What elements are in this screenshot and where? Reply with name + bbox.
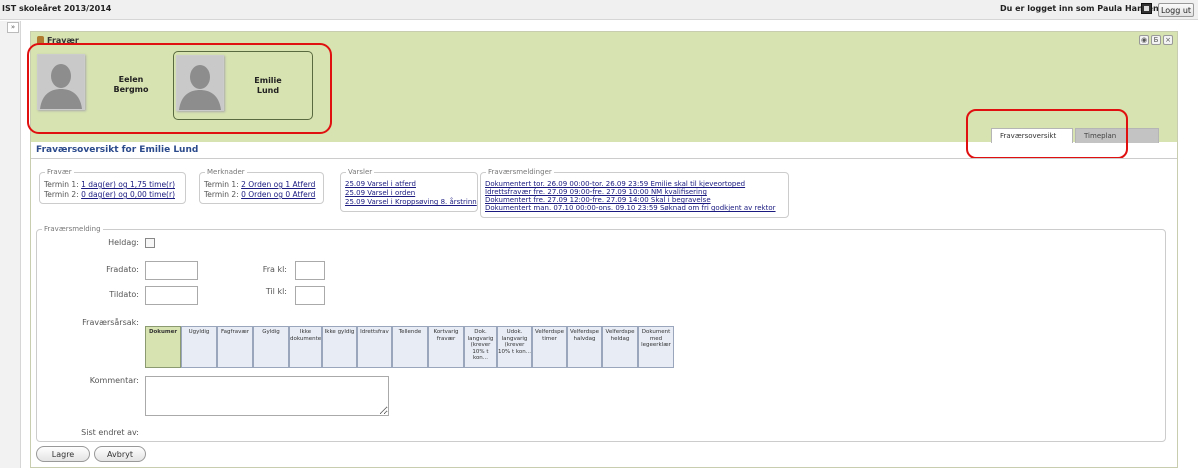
remarks-term-2: Termin 2: 0 Orden og 0 Atferd [204, 190, 315, 199]
reason-idrettsfravaer[interactable]: Idrettsfrav [357, 326, 392, 368]
absence-summary: Fravær Termin 1: 1 dag(er) og 1,75 time(… [39, 168, 186, 204]
warning-link[interactable]: 25.09 Varsel i orden [345, 189, 415, 197]
absence-panel: Fravær ◉ Б × Eelen Bergmo Emilie Lund Fr… [27, 31, 1178, 468]
term-label: Termin 2: [44, 190, 79, 199]
remarks-summary: Merknader Termin 1: 2 Orden og 1 Atferd … [199, 168, 324, 204]
absence-messages-summary: Fraværsmeldinger Dokumentert tor. 26.09 … [480, 168, 789, 218]
refresh-icon[interactable]: ◉ [1139, 35, 1149, 45]
reason-udok-langvarig[interactable]: Udok. langvarig (krever 10% t kon... [497, 326, 532, 368]
app-title: IST skoleåret 2013/2014 [2, 4, 112, 13]
reason-kortvarig-fravaer[interactable]: Kortvarig fravær [428, 326, 464, 368]
reason-ikke-gyldig[interactable]: Ikke gyldig [322, 326, 357, 368]
arsak-label: Fraværsårsak: [82, 318, 139, 327]
reason-tellende[interactable]: Tellende [392, 326, 428, 368]
highlight-box-tabs [966, 109, 1128, 159]
warnings-summary: Varsler 25.09 Varsel i atferd 25.09 Vars… [340, 168, 478, 212]
absence-report-legend: Fraværsmelding [42, 225, 103, 233]
reason-velferdspermisjon-heldag[interactable]: Velferdspe heldag [602, 326, 638, 368]
term-label: Termin 1: [44, 180, 79, 189]
warning-link[interactable]: 25.09 Varsel i Kroppsøving 8. årstrinn [345, 198, 477, 206]
close-icon[interactable]: × [1163, 35, 1173, 45]
save-button[interactable]: Lagre [36, 446, 90, 462]
absence-messages-legend: Fraværsmeldinger [486, 168, 554, 176]
window-icon[interactable] [1141, 3, 1152, 14]
comment-textarea[interactable] [145, 376, 389, 416]
absence-message-link[interactable]: Dokumentert tor. 26.09 00:00-tor. 26.09 … [485, 180, 745, 188]
absence-report-form: Fraværsmelding Heldag: Fradato: Fra kl: … [36, 225, 1166, 442]
tildato-label: Tildato: [109, 290, 139, 299]
fradato-label: Fradato: [106, 265, 139, 274]
reason-velferdspermisjon-halvdag[interactable]: Velferdspe halvdag [567, 326, 602, 368]
reason-velferdspermisjon-timer[interactable]: Velferdspe timer [532, 326, 567, 368]
absence-summary-legend: Fravær [45, 168, 74, 176]
side-strip [0, 21, 21, 468]
fradato-input[interactable] [145, 261, 198, 280]
overview-title: Fraværsoversikt for Emilie Lund [36, 145, 199, 155]
heldag-checkbox[interactable] [145, 238, 155, 248]
top-bar: IST skoleåret 2013/2014 Du er logget inn… [0, 0, 1198, 20]
last-changed-label: Sist endret av: [81, 428, 139, 437]
divider [31, 158, 1177, 159]
absence-message-link[interactable]: Idrettsfravær fre. 27.09 09:00-fre. 27.0… [485, 188, 707, 196]
remarks-term-2-link[interactable]: 0 Orden og 0 Atferd [241, 190, 315, 199]
reason-ugyldig[interactable]: Ugyldig [181, 326, 217, 368]
warnings-legend: Varsler [346, 168, 375, 176]
absence-term-1-link[interactable]: 1 dag(er) og 1,75 time(r) [81, 180, 175, 189]
reason-ikke-dokumentert[interactable]: Ikke dokumente [289, 326, 322, 368]
reason-dokumentert-med-legeerklaering[interactable]: Dokument med legeerklær [638, 326, 674, 368]
reason-dokumentert[interactable]: Dokumer [145, 326, 181, 368]
remarks-term-1-link[interactable]: 2 Orden og 1 Atferd [241, 180, 315, 189]
absence-term-1: Termin 1: 1 dag(er) og 1,75 time(r) [44, 180, 175, 189]
logged-in-user-text: Du er logget inn som Paula Hansen [1000, 4, 1159, 13]
cancel-button[interactable]: Avbryt [94, 446, 146, 462]
remarks-term-1: Termin 1: 2 Orden og 1 Atferd [204, 180, 315, 189]
absence-message-link[interactable]: Dokumentert man. 07.10 00:00-ons. 09.10 … [485, 204, 776, 212]
warning-link[interactable]: 25.09 Varsel i atferd [345, 180, 416, 188]
tildato-input[interactable] [145, 286, 198, 305]
term-label: Termin 1: [204, 180, 239, 189]
reason-fagfravaer[interactable]: Fagfravær [217, 326, 253, 368]
fra-kl-label: Fra kl: [262, 265, 287, 274]
remarks-legend: Merknader [205, 168, 247, 176]
kommentar-label: Kommentar: [89, 376, 139, 385]
highlight-box-students [27, 43, 332, 134]
term-label: Termin 2: [204, 190, 239, 199]
til-kl-label: Til kl: [265, 287, 287, 296]
til-kl-input[interactable] [295, 286, 325, 305]
reason-dok-langvarig[interactable]: Dok. langvarig (krever 10% t kon... [464, 326, 497, 368]
expand-sidebar-icon[interactable]: » [7, 22, 19, 33]
absence-term-2: Termin 2: 0 dag(er) og 0,00 time(r) [44, 190, 175, 199]
maximize-icon[interactable]: Б [1151, 35, 1161, 45]
fra-kl-input[interactable] [295, 261, 325, 280]
absence-term-2-link[interactable]: 0 dag(er) og 0,00 time(r) [81, 190, 175, 199]
reason-gyldig[interactable]: Gyldig [253, 326, 289, 368]
heldag-label: Heldag: [108, 238, 139, 247]
absence-message-link[interactable]: Dokumentert fre. 27.09 12:00-fre. 27.09 … [485, 196, 711, 204]
logout-button[interactable]: Logg ut [1158, 3, 1194, 17]
